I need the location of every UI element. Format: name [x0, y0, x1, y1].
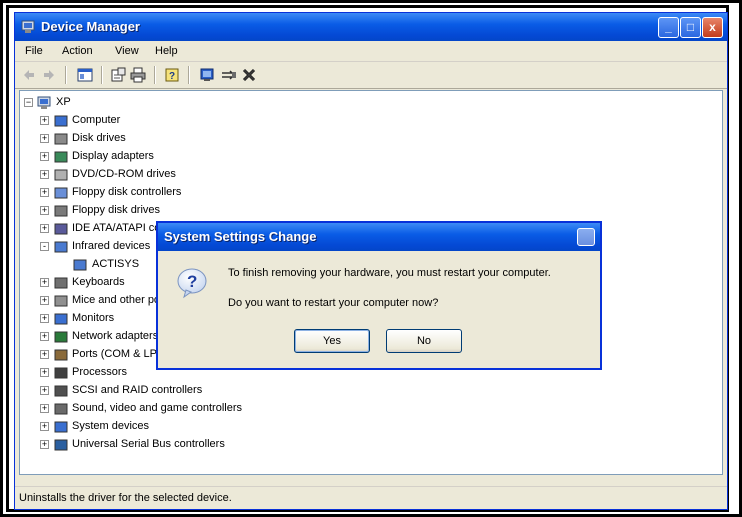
toolbar: ?: [15, 62, 727, 89]
expand-icon[interactable]: +: [40, 134, 49, 143]
computer-icon: [37, 96, 51, 109]
device-category-icon: [54, 331, 68, 343]
system-settings-change-dialog: System Settings Change ? To finish remov…: [156, 221, 602, 370]
device-category-icon: [54, 277, 68, 289]
menu-help[interactable]: Help: [155, 45, 178, 57]
tree-item-label: Universal Serial Bus controllers: [72, 438, 225, 450]
device-category-icon: [54, 223, 68, 235]
dialog-title-bar[interactable]: System Settings Change: [158, 223, 600, 251]
uninstall-icon[interactable]: [241, 67, 257, 83]
svg-text:?: ?: [169, 71, 175, 82]
tree-item-label: SCSI and RAID controllers: [72, 384, 203, 396]
yes-button[interactable]: Yes: [294, 329, 370, 353]
device-category-icon: [54, 115, 68, 127]
expand-icon[interactable]: +: [40, 368, 49, 377]
expand-icon[interactable]: +: [40, 440, 49, 449]
expand-icon[interactable]: +: [40, 278, 49, 287]
device-category-icon: [54, 151, 68, 163]
device-category-icon: [54, 439, 68, 451]
status-bar: Uninstalls the driver for the selected d…: [15, 486, 727, 509]
tree-root-label: XP: [56, 96, 71, 108]
expand-icon[interactable]: +: [40, 332, 49, 341]
show-hide-console-tree-icon[interactable]: [77, 67, 93, 83]
scan-hardware-icon[interactable]: [199, 67, 215, 83]
expand-icon[interactable]: +: [40, 188, 49, 197]
expand-icon[interactable]: +: [40, 422, 49, 431]
toolbar-separator: [101, 66, 103, 84]
expand-icon[interactable]: +: [40, 224, 49, 233]
device-manager-icon: [21, 20, 35, 33]
status-text: Uninstalls the driver for the selected d…: [19, 492, 232, 504]
no-button[interactable]: No: [386, 329, 462, 353]
tree-item-label: Keyboards: [72, 276, 125, 288]
device-category-icon: [54, 295, 68, 307]
expand-icon[interactable]: +: [40, 206, 49, 215]
dialog-message-2: Do you want to restart your computer now…: [228, 297, 439, 309]
dialog-title: System Settings Change: [164, 229, 317, 244]
print-icon[interactable]: [130, 67, 146, 83]
toolbar-separator: [188, 66, 190, 84]
window-title: Device Manager: [41, 19, 140, 34]
tree-item-label: Monitors: [72, 312, 115, 324]
tree-item-label: Processors: [72, 366, 128, 378]
dialog-close-button[interactable]: [577, 228, 595, 246]
expand-icon[interactable]: +: [40, 152, 49, 161]
expand-icon[interactable]: +: [40, 314, 49, 323]
tree-item-label: Computer: [72, 114, 121, 126]
device-category-icon: [54, 385, 68, 397]
tree-item-label: ACTISYS: [92, 258, 140, 270]
device-category-icon: [54, 187, 68, 199]
menu-action[interactable]: Action: [62, 45, 93, 57]
close-button[interactable]: x: [702, 17, 723, 38]
menu-view[interactable]: View: [115, 45, 139, 57]
help-icon[interactable]: ?: [164, 67, 180, 83]
collapse-icon[interactable]: −: [24, 98, 33, 107]
dialog-message-1: To finish removing your hardware, you mu…: [228, 267, 551, 279]
toolbar-separator: [65, 66, 67, 84]
minimize-button[interactable]: _: [658, 17, 679, 38]
device-category-icon: [54, 205, 68, 217]
tree-item-label: Ports (COM & LPT): [72, 348, 168, 360]
menu-file[interactable]: File: [25, 45, 43, 57]
title-bar[interactable]: Device Manager _ □ x: [15, 13, 727, 41]
tree-item-label: DVD/CD-ROM drives: [72, 168, 176, 180]
tree-item-label: Display adapters: [72, 150, 154, 162]
back-icon[interactable]: [21, 67, 37, 83]
properties-icon[interactable]: [110, 67, 126, 83]
device-category-icon: [54, 241, 68, 253]
tree-item-label: Network adapters: [72, 330, 159, 342]
toolbar-separator: [154, 66, 156, 84]
collapse-icon[interactable]: -: [40, 242, 49, 251]
device-category-icon: [54, 421, 68, 433]
maximize-button[interactable]: □: [680, 17, 701, 38]
tree-item-label: Sound, video and game controllers: [72, 402, 242, 414]
tree-item-label: Floppy disk controllers: [72, 186, 182, 198]
device-category-icon: [54, 169, 68, 181]
svg-text:?: ?: [187, 272, 197, 291]
device-category-icon: [54, 133, 68, 145]
expand-icon[interactable]: +: [40, 296, 49, 305]
expand-icon[interactable]: +: [40, 404, 49, 413]
tree-item-label: Floppy disk drives: [72, 204, 161, 216]
expand-icon[interactable]: +: [40, 170, 49, 179]
device-category-icon: [54, 349, 68, 361]
tree-item-label: System devices: [72, 420, 150, 432]
question-icon: ?: [177, 268, 207, 299]
device-category-icon: [54, 313, 68, 325]
device-category-icon: [54, 367, 68, 379]
tree-item-label: Disk drives: [72, 132, 126, 144]
expand-icon[interactable]: +: [40, 350, 49, 359]
update-driver-icon[interactable]: [221, 67, 237, 83]
device-category-icon: [54, 403, 68, 415]
tree-item-label: Infrared devices: [72, 240, 151, 252]
device-category-icon: [73, 259, 87, 271]
expand-icon[interactable]: +: [40, 116, 49, 125]
forward-icon[interactable]: [41, 67, 57, 83]
expand-icon[interactable]: +: [40, 386, 49, 395]
menu-bar: File Action View Help: [15, 41, 727, 62]
